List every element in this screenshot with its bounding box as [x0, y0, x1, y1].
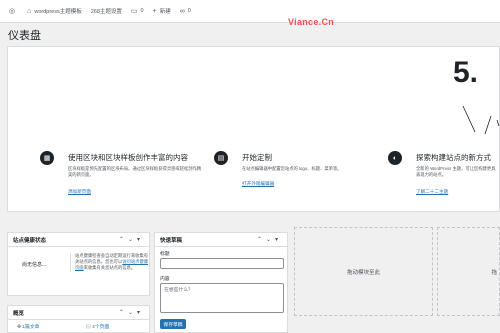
pin-icon: ✜: [17, 325, 22, 330]
links-link[interactable]: ∞ 0: [180, 8, 191, 15]
comment-icon: ▭: [130, 8, 138, 15]
contrast-icon: ◐: [388, 151, 402, 165]
quick-draft-panel: 快速草稿 ⌃⌄▾ 标题 内容 在想些什么？ 保存草稿: [154, 232, 288, 333]
overview-panel: 概览 ⌃⌄▾ ✜ 1篇文章 ▤ 4个页面: [7, 305, 150, 333]
posts-count-link[interactable]: ✜ 1篇文章: [17, 323, 39, 330]
save-draft-button[interactable]: 保存草稿: [160, 319, 186, 329]
site-name-link[interactable]: ⌂ wordpress主题模板: [27, 7, 82, 16]
watermark: Viance.Cn: [288, 17, 335, 27]
comments-link[interactable]: ▭ 0: [131, 7, 144, 15]
add-page-link[interactable]: 添加新页面: [68, 189, 91, 195]
theme-settings-link[interactable]: 268主题设置: [91, 7, 122, 15]
home-icon: ⌂: [27, 7, 32, 15]
decorative-lines-icon: [462, 105, 500, 135]
new-content-link[interactable]: + 新建: [152, 7, 171, 16]
draft-content-input[interactable]: 在想些什么？: [160, 283, 284, 313]
site-health-panel: 站点健康状态 ⌃⌄▾ 尚无信息... 站点健康检查会自动定期运行来收集有关站点的…: [7, 232, 150, 296]
admin-bar: ◎ ⌂ wordpress主题模板 268主题设置 ▭ 0 + 新建 ∞ 0: [0, 0, 500, 23]
open-site-editor-link[interactable]: 打开外观编辑器: [242, 181, 274, 187]
pages-count-link[interactable]: ▤ 4个页面: [86, 323, 109, 330]
learn-theme-link[interactable]: 了解二十二主题: [416, 189, 448, 195]
wordpress-logo-icon[interactable]: ◎: [9, 7, 18, 15]
drop-zone[interactable]: 拖动模块至此: [294, 227, 433, 316]
link-icon: ∞: [179, 7, 185, 15]
drop-zone-partial[interactable]: 拖: [437, 227, 500, 316]
panel-controls[interactable]: ⌃⌄▾: [257, 236, 282, 243]
page-title: 仪表盘: [8, 30, 41, 42]
health-status: 尚无信息...: [22, 262, 47, 268]
welcome-panel: [7, 46, 500, 212]
panel-controls[interactable]: ⌃⌄▾: [119, 309, 144, 316]
blocks-icon: ▦: [40, 151, 54, 165]
page-icon: ▤: [86, 325, 91, 330]
plus-icon: +: [152, 7, 157, 15]
layout-icon: ▤: [214, 151, 228, 165]
health-description: 站点健康检查会自动定期运行来收集有关站点的信息。您也可以访问站点健康页面来收集有…: [70, 253, 151, 272]
draft-title-input[interactable]: [160, 258, 284, 269]
version-number: 5.: [453, 56, 479, 89]
panel-controls[interactable]: ⌃⌄▾: [119, 236, 144, 243]
